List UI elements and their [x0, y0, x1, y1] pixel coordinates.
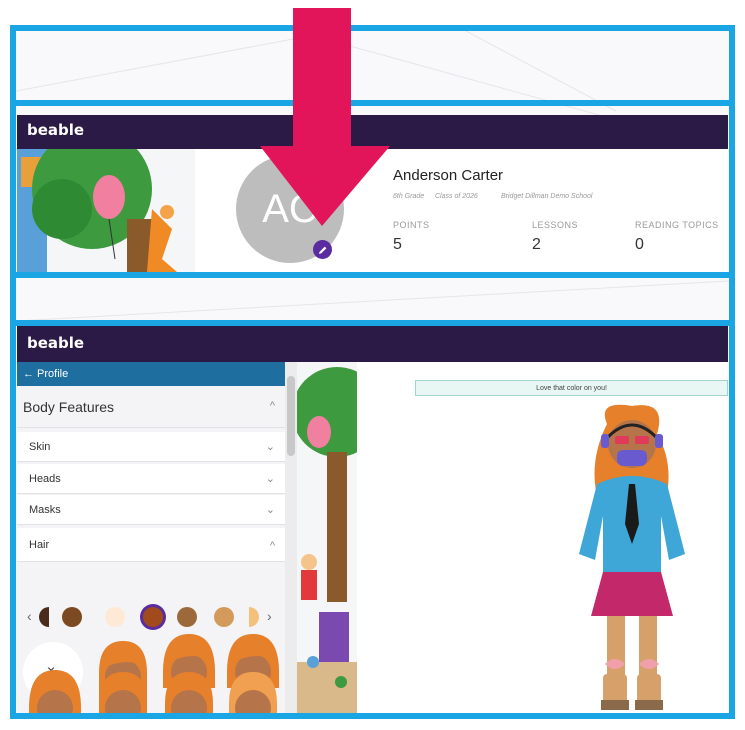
chevron-down-icon: ⌄ — [265, 473, 275, 485]
category-hair[interactable]: Hair ^ — [17, 528, 285, 562]
sidebar-scrollbar-thumb[interactable] — [287, 376, 295, 456]
pointer-arrow-icon — [260, 8, 390, 226]
stat-value-lessons: 2 — [532, 236, 541, 253]
category-skin[interactable]: Skin ⌄ — [17, 432, 285, 462]
edit-avatar-button[interactable] — [313, 240, 332, 259]
grade-label: 6th Grade — [393, 193, 425, 200]
hair-color-swatch[interactable] — [214, 607, 234, 627]
frame-divider — [16, 272, 729, 278]
hair-option-tile[interactable] — [91, 668, 155, 713]
chevron-up-icon: ^ — [269, 540, 275, 552]
avatar-editor-panel: beable ← Profile Body Features ^ Skin ⌄ … — [17, 326, 728, 713]
avatar-character-preview — [579, 404, 685, 710]
chevron-down-icon: ⌄ — [265, 504, 275, 516]
editor-background-illustration — [297, 362, 357, 713]
category-label: Skin — [29, 441, 51, 453]
avatar-options-sidebar: ← Profile Body Features ^ Skin ⌄ Heads ⌄… — [17, 362, 285, 713]
hair-color-swatches: ‹ › — [17, 600, 285, 634]
app-topbar: beable — [17, 326, 728, 362]
category-heads[interactable]: Heads ⌄ — [17, 464, 285, 494]
feedback-message: Love that color on you! — [415, 380, 728, 396]
back-to-profile-link[interactable]: ← Profile — [17, 362, 285, 386]
chevron-up-icon: ^ — [269, 400, 275, 412]
stat-label-lessons: LESSONS — [532, 220, 579, 230]
beable-logo: beable — [27, 334, 85, 352]
beable-logo: beable — [27, 121, 85, 139]
chevron-down-icon: ⌄ — [265, 441, 275, 453]
stat-value-points: 5 — [393, 236, 402, 253]
category-masks[interactable]: Masks ⌄ — [17, 495, 285, 525]
back-label: ← Profile — [23, 368, 69, 380]
hair-option-tile[interactable] — [221, 668, 285, 713]
swatch-next-arrow[interactable]: › — [267, 608, 272, 624]
profile-name: Anderson Carter — [393, 167, 504, 184]
school-label: Bridget Dillman Demo School — [501, 193, 593, 200]
hair-color-swatch[interactable] — [249, 607, 259, 627]
hair-color-swatch[interactable] — [177, 607, 197, 627]
hair-color-swatch[interactable] — [62, 607, 82, 627]
class-label: Class of 2026 — [435, 193, 478, 200]
stat-label-reading-topics: READING TOPICS — [635, 220, 719, 230]
hair-color-swatch[interactable] — [39, 607, 49, 627]
pencil-icon — [318, 246, 326, 254]
category-label: Heads — [29, 473, 61, 485]
category-label: Hair — [29, 539, 50, 551]
category-label: Masks — [29, 504, 61, 516]
swatch-prev-arrow[interactable]: ‹ — [27, 608, 32, 624]
profile-banner-illustration — [17, 149, 195, 272]
body-features-section[interactable]: Body Features ^ — [17, 386, 285, 428]
section-title: Body Features — [23, 399, 115, 415]
hair-option-tile[interactable] — [23, 668, 87, 713]
hair-color-swatch-selected[interactable] — [143, 607, 163, 627]
hair-color-swatch[interactable] — [105, 607, 125, 627]
stat-value-reading-topics: 0 — [635, 236, 644, 253]
stat-label-points: POINTS — [393, 220, 430, 230]
hair-option-tile[interactable] — [157, 668, 221, 713]
